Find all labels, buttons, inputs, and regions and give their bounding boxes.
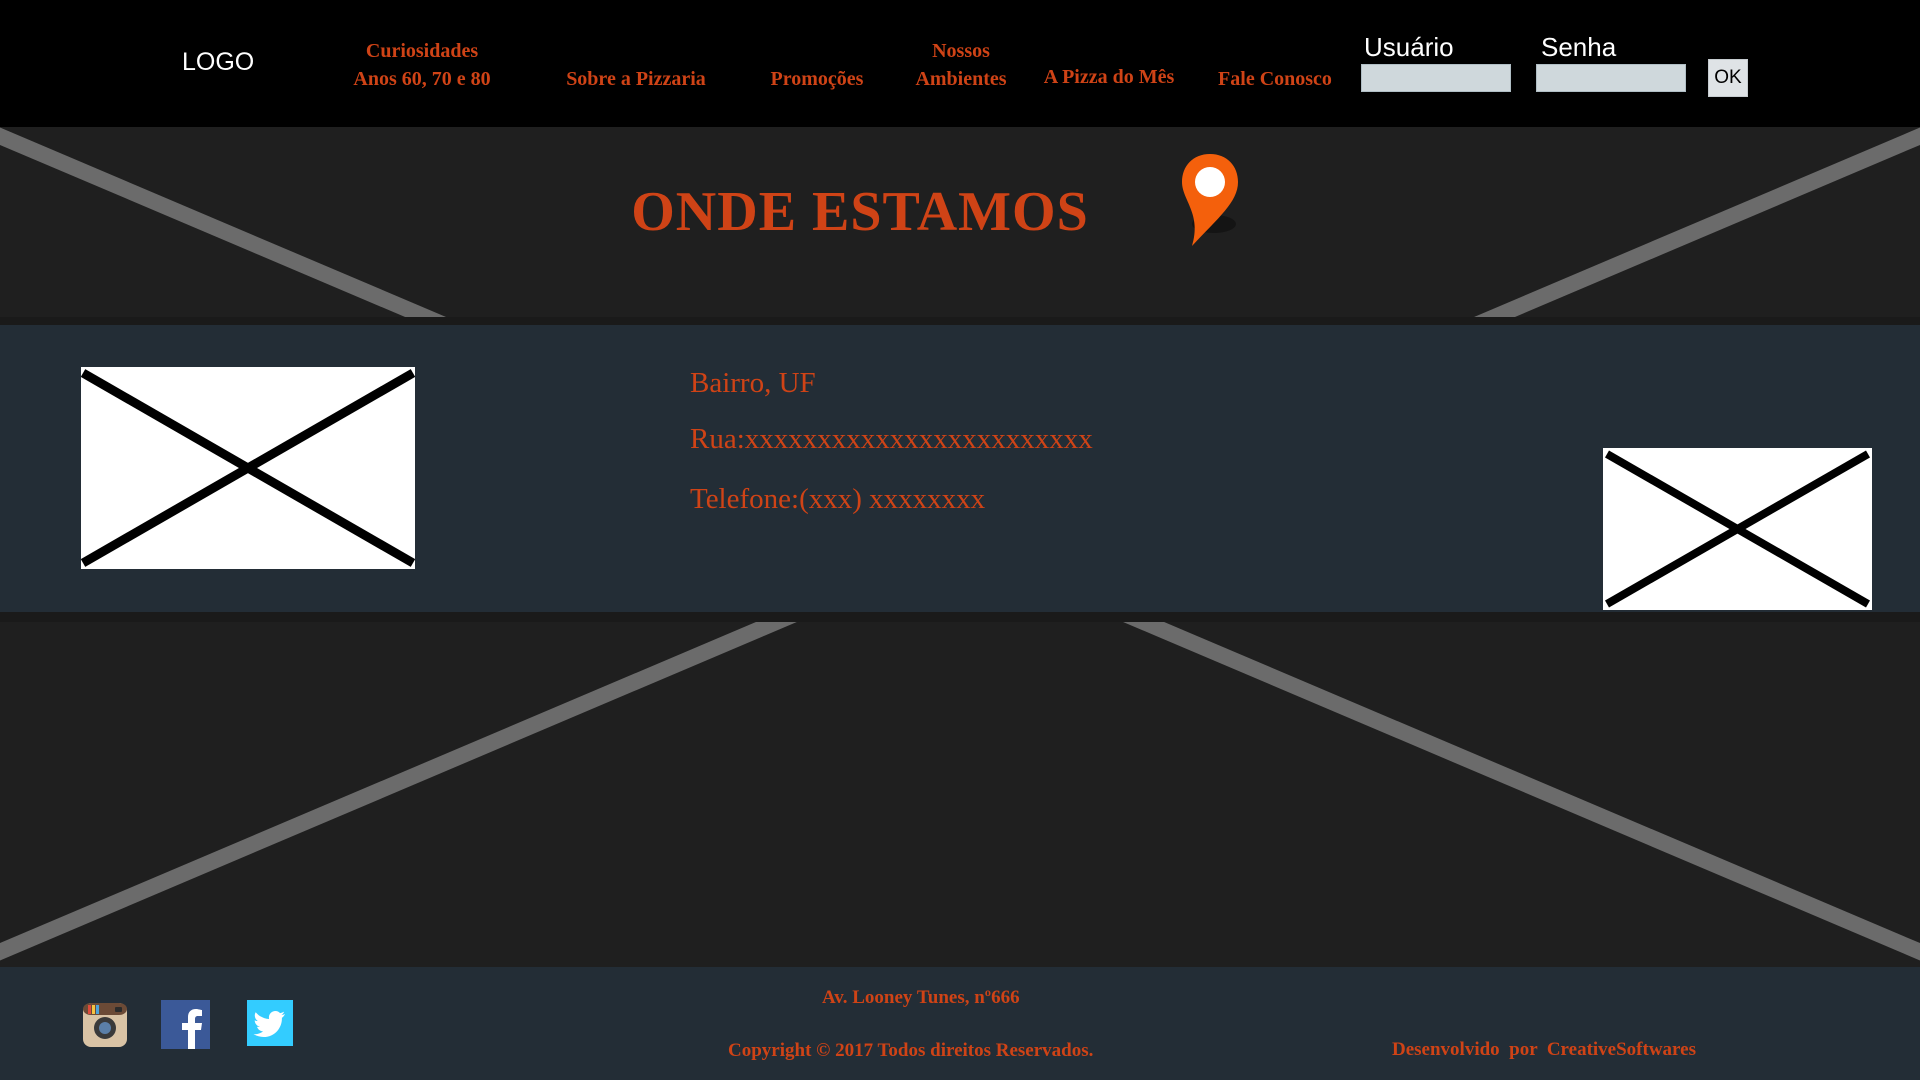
facebook-icon[interactable] <box>161 1000 210 1049</box>
photo-placeholder-left <box>81 367 415 569</box>
header-bar: LOGO Curiosidades Anos 60, 70 e 80 Sobre… <box>0 0 1920 127</box>
footer-copyright: Copyright © 2017 Todos direitos Reservad… <box>728 1040 1094 1061</box>
nav-pizza-do-mes[interactable]: A Pizza do Mês <box>1034 63 1184 91</box>
password-label: Senha <box>1541 32 1617 62</box>
footer: Av. Looney Tunes, nº666 Copyright © 2017… <box>0 967 1920 1080</box>
nav-label: A Pizza do Mês <box>1043 66 1175 88</box>
street-text: Rua:xxxxxxxxxxxxxxxxxxxxxxxx <box>690 423 1093 455</box>
nav-fale-conosco[interactable]: Fale Conosco <box>1204 65 1346 93</box>
password-input[interactable] <box>1536 64 1686 92</box>
instagram-icon[interactable] <box>82 1002 128 1048</box>
nav-promocoes[interactable]: Promoções <box>750 65 884 93</box>
location-pin-icon <box>1182 154 1238 246</box>
nav-sobre-a-pizzaria[interactable]: Sobre a Pizzaria <box>548 65 724 93</box>
nav-label-line1: Nossos <box>932 40 990 62</box>
nav-nossos-ambientes[interactable]: Nossos Ambientes <box>900 37 1022 93</box>
nav-label-line2: Ambientes <box>915 68 1007 90</box>
nav-label-line1: Curiosidades <box>365 40 479 62</box>
map-placeholder-right <box>1603 448 1872 610</box>
ok-button[interactable]: OK <box>1708 59 1748 97</box>
phone-text: Telefone:(xxx) xxxxxxxx <box>690 483 986 515</box>
logo[interactable]: LOGO <box>182 48 254 77</box>
footer-address: Av. Looney Tunes, nº666 <box>822 987 1020 1008</box>
nav-curiosidades[interactable]: Curiosidades Anos 60, 70 e 80 <box>337 37 507 93</box>
page-title: ONDE ESTAMOS <box>631 181 1089 243</box>
username-label: Usuário <box>1364 32 1454 62</box>
nav-label: Fale Conosco <box>1218 68 1332 90</box>
username-input[interactable] <box>1361 64 1511 92</box>
location-info-band: Bairro, UF Rua:xxxxxxxxxxxxxxxxxxxxxxxx … <box>0 325 1920 612</box>
footer-developer: Desenvolvido por CreativeSoftwares <box>1392 1039 1696 1060</box>
nav-label: Promoções <box>770 68 864 90</box>
nav-label: Sobre a Pizzaria <box>566 68 706 90</box>
neighborhood-text: Bairro, UF <box>690 367 816 399</box>
twitter-icon[interactable] <box>247 1000 293 1046</box>
nav-label-line2: Anos 60, 70 e 80 <box>353 68 491 90</box>
